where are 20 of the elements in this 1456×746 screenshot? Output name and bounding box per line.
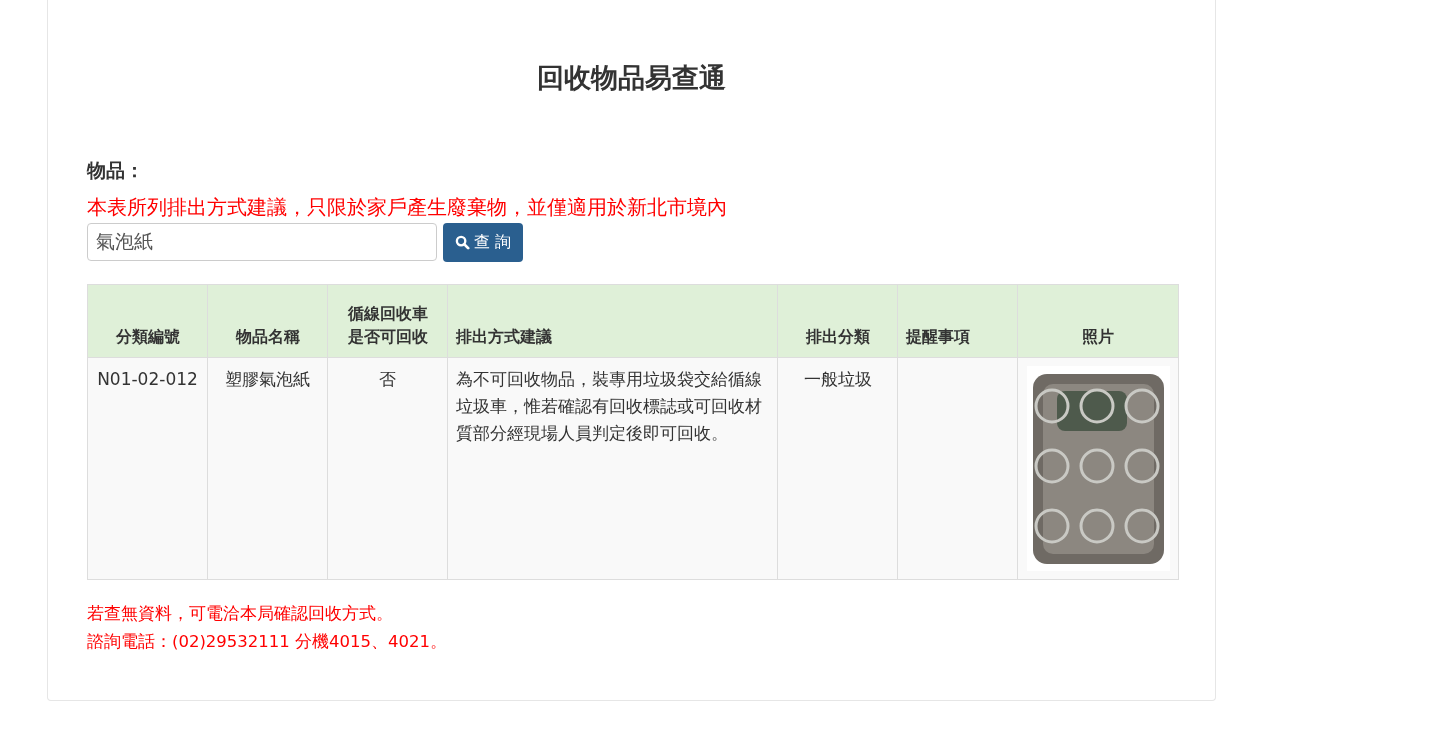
column-header: 排出分類	[777, 284, 898, 358]
table-cell: 塑膠氣泡紙	[207, 357, 328, 580]
column-header: 排出方式建議	[447, 284, 778, 358]
item-label: 物品：	[87, 158, 144, 183]
table-cell: 為不可回收物品，裝專用垃圾袋交給循線垃圾車，惟若確認有回收標誌或可回收材質部分經現場人員判定後即可回收。	[447, 357, 778, 580]
column-header: 照片	[1017, 284, 1179, 358]
page-title: 回收物品易查通	[536, 61, 727, 95]
footer-note: 諮詢電話：(02)29532111 分機4015、4021。	[87, 631, 448, 654]
notice-text: 本表所列排出方式建議，只限於家戶產生廢棄物，並僅適用於新北市境內	[87, 195, 727, 221]
column-header: 提醒事項	[897, 284, 1018, 358]
column-header: 物品名稱	[207, 284, 328, 358]
table-cell: 一般垃圾	[777, 357, 898, 580]
footer-note: 若查無資料，可電洽本局確認回收方式。	[87, 603, 393, 625]
column-header: 分類編號	[87, 284, 208, 358]
table-cell: 否	[327, 357, 448, 580]
search-button[interactable]: 查 詢	[443, 223, 524, 262]
table-cell: N01-02-012	[87, 357, 208, 580]
search-icon	[455, 235, 470, 250]
column-header: 循線回收車是否可回收	[327, 284, 448, 358]
search-field[interactable]: 氣泡紙	[87, 223, 437, 261]
